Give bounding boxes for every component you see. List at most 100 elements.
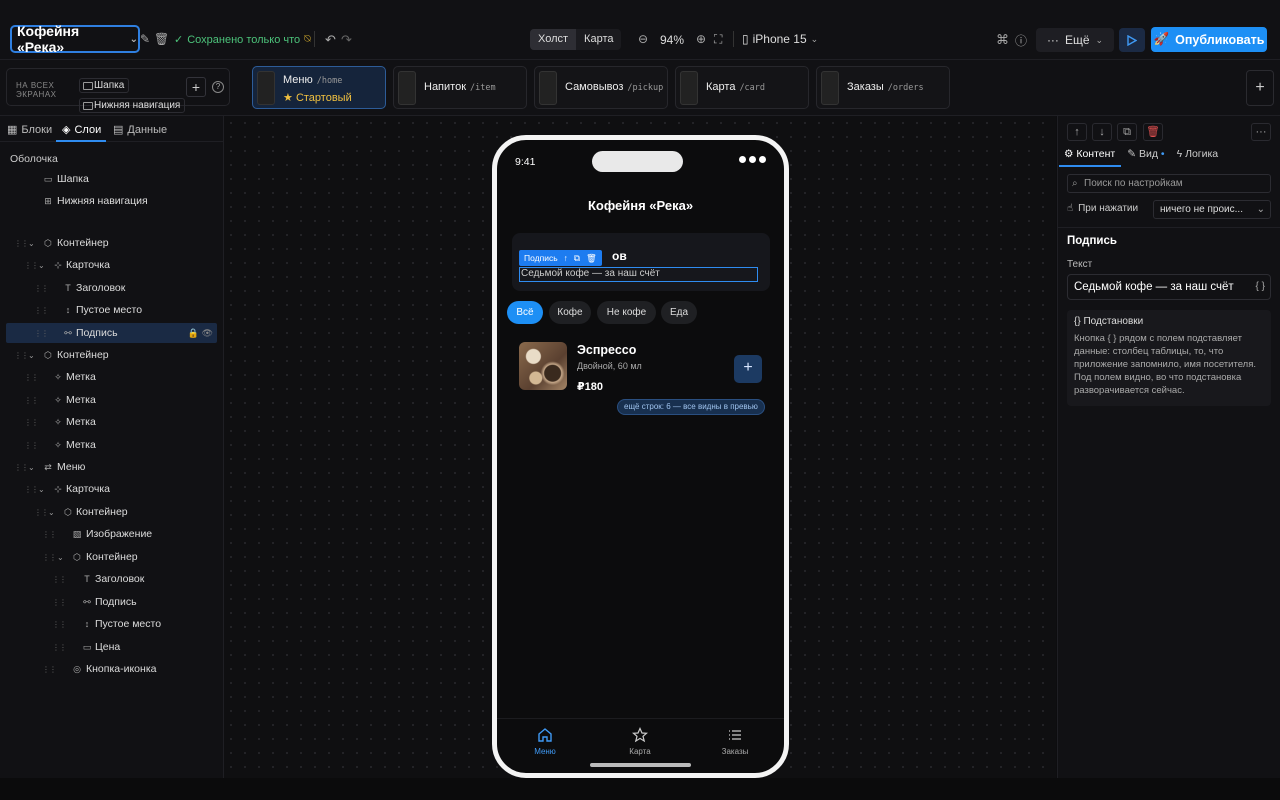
zoom-out-icon[interactable]: ⊖ bbox=[638, 32, 648, 46]
layer-row[interactable]: ⋮⋮ ✧ Метка bbox=[6, 435, 217, 455]
app-title[interactable]: Кофейня «Река» bbox=[497, 198, 784, 213]
on-click-select[interactable]: ничего не проис... ⌄ bbox=[1153, 200, 1271, 219]
add-screen-button[interactable]: + bbox=[1246, 70, 1274, 106]
lock-icon[interactable]: 🔒 bbox=[188, 328, 199, 339]
chevron-down-icon[interactable]: ⌄ bbox=[28, 463, 35, 472]
promo-title[interactable]: ов bbox=[612, 249, 627, 263]
filter-coffee[interactable]: Кофе bbox=[549, 301, 591, 324]
layer-row[interactable]: ⋮⋮ T Заголовок bbox=[6, 278, 217, 298]
command-icon[interactable]: ⌘ bbox=[996, 32, 1009, 48]
trash-icon[interactable]: 🗑 bbox=[586, 253, 597, 264]
screen-card-item[interactable]: Напиток/item bbox=[393, 66, 527, 109]
more-menu-button[interactable]: ··· Ещё ⌄ bbox=[1036, 28, 1114, 52]
trash-icon[interactable]: 🗑 bbox=[154, 32, 169, 46]
drag-handle-icon[interactable]: ⋮⋮ bbox=[42, 553, 57, 562]
tab-view[interactable]: ✎ Вид • bbox=[1127, 148, 1164, 160]
drag-handle-icon[interactable]: ⋮⋮ bbox=[24, 373, 39, 382]
layer-row[interactable]: ⋮⋮ ⌄ ⊹ Карточка bbox=[6, 479, 217, 499]
filter-food[interactable]: Еда bbox=[661, 301, 697, 324]
promo-subtitle[interactable]: Седьмой кофе — за наш счёт bbox=[521, 268, 660, 279]
drag-handle-icon[interactable]: ⋮⋮ bbox=[42, 665, 57, 674]
drag-handle-icon[interactable]: ⋮⋮ bbox=[52, 620, 67, 629]
undo-icon[interactable]: ↶ bbox=[325, 32, 336, 48]
drag-handle-icon[interactable]: ⋮⋮ bbox=[34, 329, 49, 338]
view-mode-canvas[interactable]: Холст bbox=[530, 29, 577, 50]
move-up-button[interactable]: ↑ bbox=[1067, 123, 1087, 141]
pencil-icon[interactable]: ✎ bbox=[140, 32, 150, 46]
arrow-up-icon[interactable]: ↑ bbox=[564, 253, 568, 263]
tab-layers[interactable]: ◈ Слои bbox=[62, 123, 101, 137]
help-icon[interactable]: ⓘ bbox=[1015, 32, 1027, 49]
drag-handle-icon[interactable]: ⋮⋮ bbox=[42, 530, 57, 539]
drag-handle-icon[interactable]: ⋮⋮ bbox=[24, 441, 39, 450]
add-global-block-button[interactable]: + bbox=[186, 77, 206, 97]
settings-search-input[interactable]: ⌕ Поиск по настройкам bbox=[1067, 174, 1271, 193]
project-switcher[interactable]: Кофейня «Река» ⌄ bbox=[10, 23, 140, 55]
layer-row[interactable]: ⋮⋮ ↕ Пустое место bbox=[6, 614, 217, 634]
screen-card-card[interactable]: Карта/card bbox=[675, 66, 809, 109]
publish-button[interactable]: 🚀 Опубликовать bbox=[1151, 27, 1267, 52]
add-to-cart-button[interactable]: + bbox=[734, 355, 762, 383]
filter-not-coffee[interactable]: Не кофе bbox=[597, 301, 656, 324]
drag-handle-icon[interactable]: ⋮⋮ bbox=[24, 396, 39, 405]
help-icon[interactable]: ? bbox=[212, 81, 224, 93]
chevron-down-icon[interactable]: ⌄ bbox=[28, 351, 35, 360]
eye-icon[interactable]: 👁 bbox=[202, 328, 213, 339]
move-down-button[interactable]: ↓ bbox=[1092, 123, 1112, 141]
screen-card-orders[interactable]: Заказы/orders bbox=[816, 66, 950, 109]
text-value-input[interactable]: Седьмой кофе — за наш счёт { } bbox=[1067, 274, 1271, 300]
tab-data[interactable]: ▤ Данные bbox=[113, 123, 167, 137]
layer-row[interactable]: ⋮⋮ ✧ Метка bbox=[6, 412, 217, 432]
layer-row[interactable]: ⋮⋮ ⌄ ⬡ Контейнер bbox=[6, 502, 217, 522]
tab-blocks[interactable]: ▦ Блоки bbox=[7, 123, 52, 137]
layer-row[interactable]: ⋮⋮ ⚯ Подпись 🔒 👁 bbox=[6, 323, 217, 343]
drag-handle-icon[interactable]: ⋮⋮ bbox=[52, 643, 67, 652]
drag-handle-icon[interactable]: ⋮⋮ bbox=[24, 485, 39, 494]
more-options-button[interactable]: ··· bbox=[1251, 123, 1271, 141]
nav-card[interactable]: Карта bbox=[610, 727, 670, 756]
drag-handle-icon[interactable]: ⋮⋮ bbox=[34, 284, 49, 293]
layer-row[interactable]: ⋮⋮ ⚯ Подпись bbox=[6, 592, 217, 612]
layer-row[interactable]: ⋮⋮ T Заголовок bbox=[6, 569, 217, 589]
preview-button[interactable] bbox=[1119, 28, 1145, 52]
drag-handle-icon[interactable]: ⋮⋮ bbox=[34, 508, 49, 517]
nav-menu[interactable]: Меню bbox=[515, 727, 575, 756]
layer-row[interactable]: ⋮⋮ ⌄ ⇄ Меню bbox=[6, 457, 217, 477]
product-price[interactable]: ₽180 bbox=[577, 380, 603, 393]
product-desc[interactable]: Двойной, 60 мл bbox=[577, 361, 642, 371]
shell-item-header[interactable]: ▭ Шапка bbox=[6, 169, 217, 189]
drag-handle-icon[interactable]: ⋮⋮ bbox=[24, 418, 39, 427]
redo-icon[interactable]: ↷ bbox=[341, 32, 352, 48]
duplicate-icon[interactable]: ⧉ bbox=[574, 253, 580, 264]
layer-row[interactable]: ⋮⋮ ⌄ ⬡ Контейнер bbox=[6, 345, 217, 365]
layer-row[interactable]: ⋮⋮ ✧ Метка bbox=[6, 367, 217, 387]
nav-orders[interactable]: Заказы bbox=[705, 727, 765, 756]
screen-card-home[interactable]: Меню/home ★ Стартовый bbox=[252, 66, 386, 109]
chevron-down-icon[interactable]: ⌄ bbox=[38, 485, 45, 494]
drag-handle-icon[interactable]: ⋮⋮ bbox=[14, 463, 29, 472]
view-mode-map[interactable]: Карта bbox=[576, 29, 621, 50]
delete-button[interactable]: 🗑 bbox=[1143, 123, 1163, 141]
zoom-level[interactable]: 94% bbox=[660, 33, 684, 47]
braces-icon[interactable]: { } bbox=[1256, 275, 1265, 299]
fit-screen-icon[interactable]: ⛶ bbox=[714, 32, 722, 47]
chevron-down-icon[interactable]: ⌄ bbox=[48, 508, 55, 517]
chevron-down-icon[interactable]: ⌄ bbox=[57, 553, 64, 562]
chevron-down-icon[interactable]: ⌄ bbox=[28, 239, 35, 248]
filter-all[interactable]: Всё bbox=[507, 301, 543, 324]
duplicate-button[interactable]: ⧉ bbox=[1117, 123, 1137, 141]
layer-row[interactable]: ⋮⋮ ◎ Кнопка-иконка bbox=[6, 659, 217, 679]
tab-logic[interactable]: ϟ Логика bbox=[1177, 148, 1219, 160]
drag-handle-icon[interactable]: ⋮⋮ bbox=[52, 598, 67, 607]
global-block-bottom-nav[interactable]: Нижняя навигация bbox=[79, 98, 186, 113]
chevron-down-icon[interactable]: ⌄ bbox=[38, 261, 45, 270]
layer-row[interactable]: ⋮⋮ ↕ Пустое место bbox=[6, 300, 217, 320]
layer-row[interactable]: ⋮⋮ ⌄ ⬡ Контейнер bbox=[6, 233, 217, 253]
layer-row[interactable]: ⋮⋮ ⌄ ⊹ Карточка bbox=[6, 255, 217, 275]
drag-handle-icon[interactable]: ⋮⋮ bbox=[34, 306, 49, 315]
product-name[interactable]: Эспрессо bbox=[577, 343, 636, 357]
tab-content[interactable]: ⚙ Контент bbox=[1064, 148, 1115, 160]
drag-handle-icon[interactable]: ⋮⋮ bbox=[14, 351, 29, 360]
layer-row[interactable]: ⋮⋮ ✧ Метка bbox=[6, 390, 217, 410]
zoom-in-icon[interactable]: ⊕ bbox=[696, 32, 706, 46]
